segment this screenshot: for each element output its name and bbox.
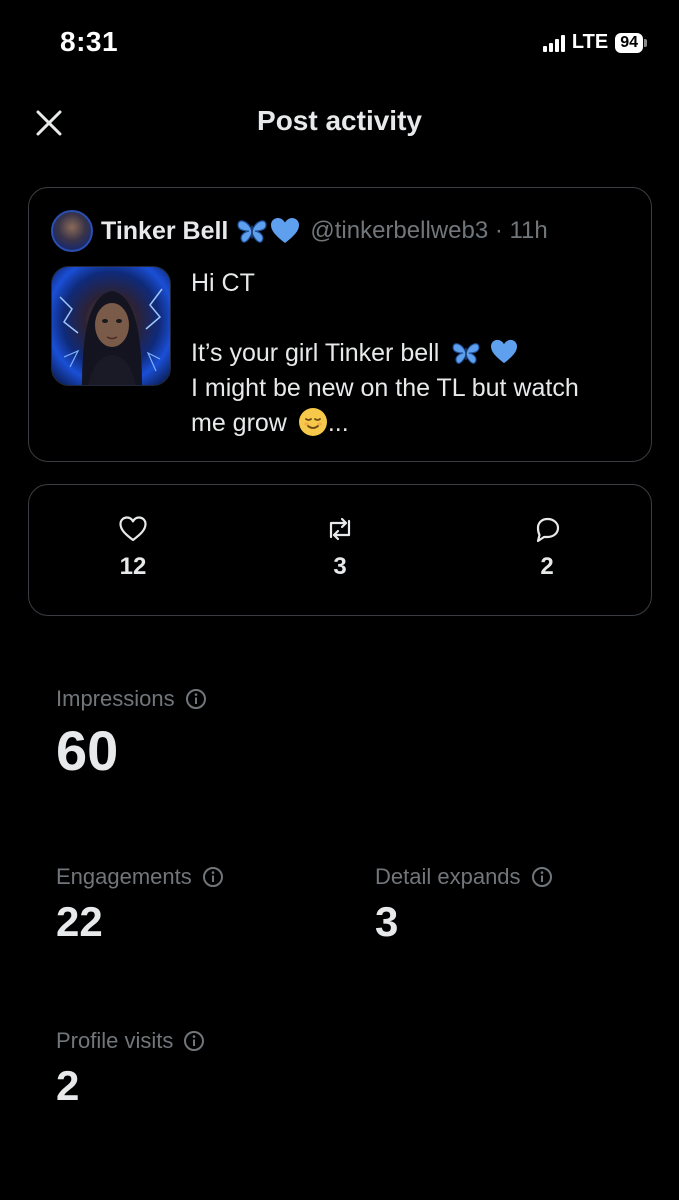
engagements-value: 22 (56, 898, 103, 945)
relieved-face-emoji-icon (298, 408, 327, 436)
status-indicators: LTE 94 (542, 31, 647, 54)
info-icon[interactable] (183, 1030, 205, 1052)
engagements-label: Engagements (56, 864, 192, 889)
status-time: 8:31 (60, 26, 119, 57)
reposts-stat[interactable]: 3 (300, 515, 380, 581)
detail-expands-label: Detail expands (375, 864, 521, 889)
post-preview-card[interactable]: Tinker Bell @tinkerbellweb3 · 11h Hi CT … (28, 187, 652, 462)
post-text[interactable]: Hi CT It’s your girl Tinker bell I might… (191, 266, 631, 441)
info-icon[interactable] (185, 688, 207, 710)
blue-heart-icon (491, 339, 518, 364)
profile-visits-value: 2 (56, 1062, 80, 1109)
page-title: Post activity (257, 105, 422, 136)
replies-stat[interactable]: 2 (507, 515, 587, 581)
impressions-label: Impressions (56, 686, 175, 711)
engagement-summary-card: 12 3 2 (28, 484, 652, 616)
impressions-metric: Impressions 60 (56, 686, 207, 783)
post-text-line: me grow ... (191, 408, 349, 437)
impressions-value: 60 (56, 719, 119, 782)
reply-icon (536, 517, 560, 543)
heart-icon (119, 516, 147, 542)
detail-expands-metric: Detail expands 3 (375, 864, 553, 946)
post-text-line: It’s your girl Tinker bell (191, 336, 631, 371)
author-name[interactable]: Tinker Bell (101, 217, 228, 246)
profile-visits-label: Profile visits (56, 1028, 174, 1053)
post-header: Tinker Bell @tinkerbellweb3 · 11h (51, 210, 548, 252)
post-media-image[interactable] (51, 266, 171, 386)
author-name-emojis (236, 217, 300, 245)
reposts-count: 3 (333, 553, 347, 580)
status-bar: 8:31 LTE 94 (0, 0, 679, 90)
replies-count: 2 (540, 553, 554, 580)
detail-expands-value: 3 (375, 898, 399, 945)
portrait-illustration (59, 288, 163, 385)
post-activity-screen: 8:31 LTE 94 Post activity Tinker Bell @t… (0, 0, 679, 1200)
profile-visits-metric: Profile visits 2 (56, 1028, 205, 1110)
cellular-signal-icon (542, 34, 565, 52)
blue-heart-icon (271, 218, 300, 243)
butterfly-emoji-icon (237, 220, 267, 243)
butterfly-emoji-icon (452, 343, 480, 364)
engagements-metric: Engagements 22 (56, 864, 224, 946)
likes-count: 12 (119, 553, 147, 580)
info-icon[interactable] (531, 866, 553, 888)
network-type: LTE (571, 31, 609, 53)
repost-icon (329, 517, 351, 541)
top-bar: Post activity (0, 90, 679, 154)
author-avatar[interactable] (51, 210, 93, 252)
author-handle-and-time[interactable]: @tinkerbellweb3 · 11h (310, 217, 547, 245)
likes-stat[interactable]: 12 (93, 515, 173, 581)
battery-icon: 94 (615, 32, 647, 53)
info-icon[interactable] (202, 866, 224, 888)
post-text-line: I might be new on the TL but watch (191, 374, 579, 402)
battery-level: 94 (615, 32, 643, 53)
post-text-line: Hi CT (191, 269, 255, 297)
